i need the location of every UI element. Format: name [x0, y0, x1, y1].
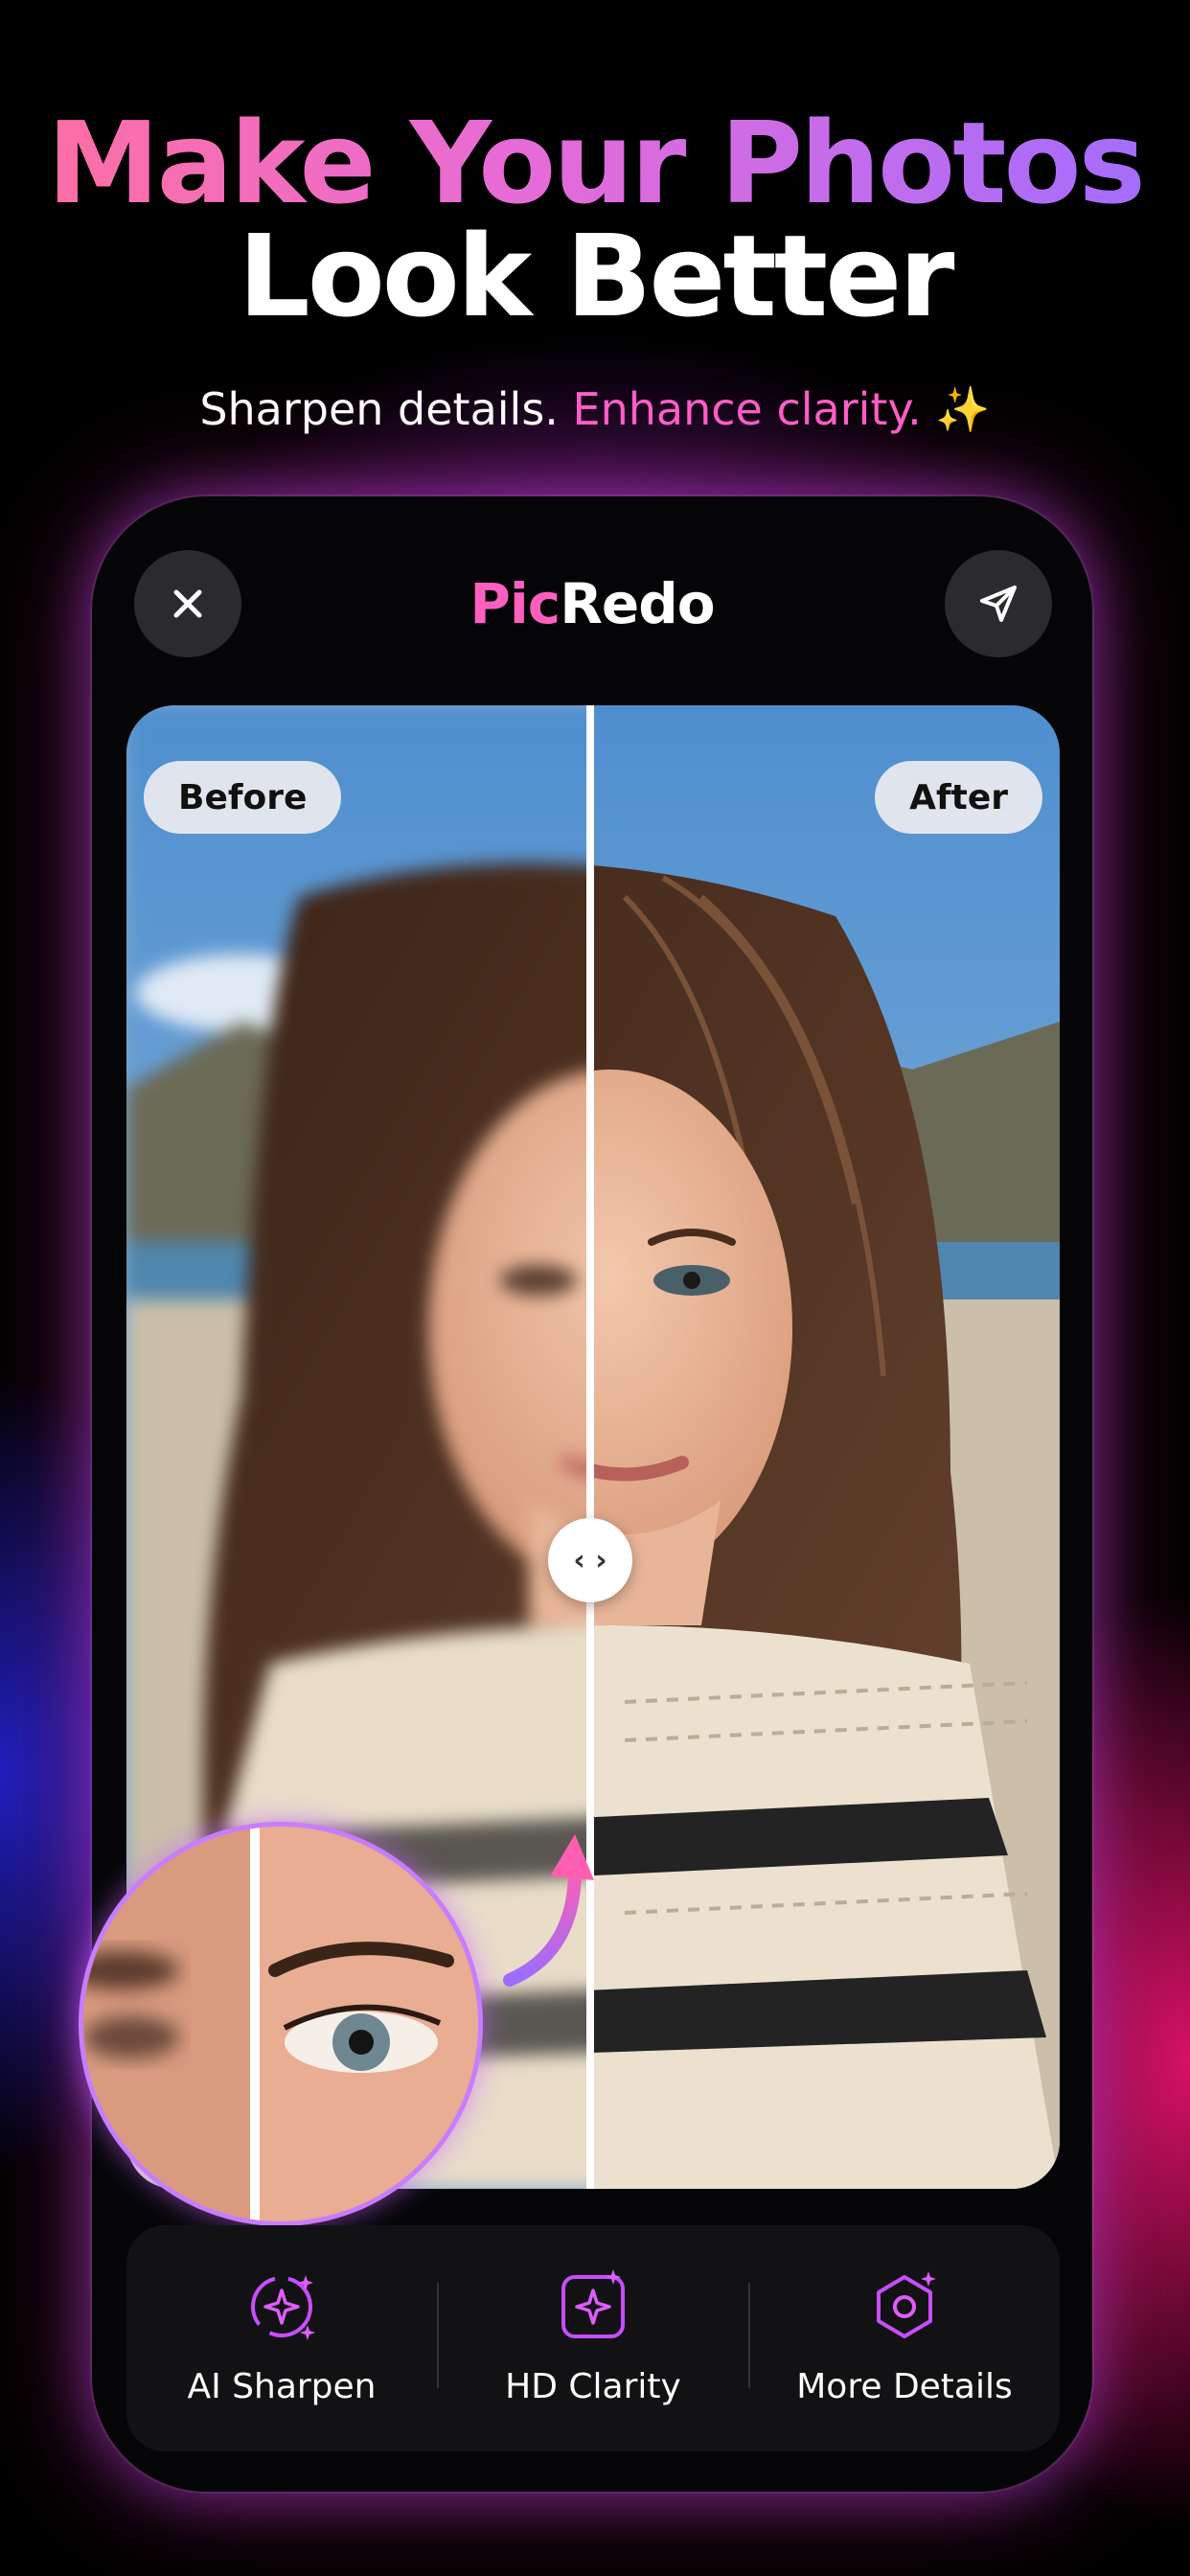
- subheadline: Sharpen details. Enhance clarity. ✨: [0, 383, 1190, 436]
- headline-line-2: Look Better: [238, 210, 955, 342]
- tool-hd-clarity[interactable]: HD Clarity: [438, 2225, 748, 2451]
- sharpen-sparkle-icon: [251, 2275, 315, 2340]
- app-title-redo: Redo: [560, 571, 715, 636]
- tool-bar: AI Sharpen HD Clarity More Details: [126, 2225, 1060, 2451]
- headline: Make Your Photos Look Better: [0, 104, 1190, 335]
- comparison-handle[interactable]: ‹ ›: [548, 1518, 632, 1602]
- after-half: [590, 705, 1060, 2189]
- app-title-pic: Pic: [469, 571, 561, 636]
- zoom-magnifier: [79, 1822, 483, 2226]
- arrow-icon: [503, 1834, 594, 1987]
- app-title: PicRedo: [92, 571, 1092, 636]
- send-icon: [980, 586, 1017, 622]
- tool-ai-sharpen[interactable]: AI Sharpen: [126, 2225, 437, 2451]
- headline-line-1: Make Your Photos: [0, 104, 1190, 222]
- after-label: After: [875, 761, 1042, 834]
- subheadline-accent: Enhance clarity.: [572, 383, 922, 435]
- sparkle-icon: ✨: [935, 383, 991, 435]
- chevrons-icon: ‹ ›: [573, 1543, 607, 1577]
- portrait-after: [590, 705, 1060, 2189]
- phone-frame: PicRedo ‹ › Before After AI Sharpen HD C…: [79, 496, 1092, 2492]
- before-label: Before: [144, 761, 342, 834]
- tool-label: AI Sharpen: [187, 2367, 377, 2406]
- details-gem-icon: [877, 2271, 936, 2338]
- tool-label: HD Clarity: [505, 2367, 681, 2406]
- tool-label: More Details: [796, 2367, 1013, 2406]
- tool-more-details[interactable]: More Details: [749, 2225, 1060, 2451]
- eye-closeup: [83, 1827, 478, 2221]
- share-button[interactable]: [945, 550, 1052, 657]
- clarity-frame-icon: [561, 2269, 625, 2338]
- subheadline-text: Sharpen details.: [199, 383, 559, 435]
